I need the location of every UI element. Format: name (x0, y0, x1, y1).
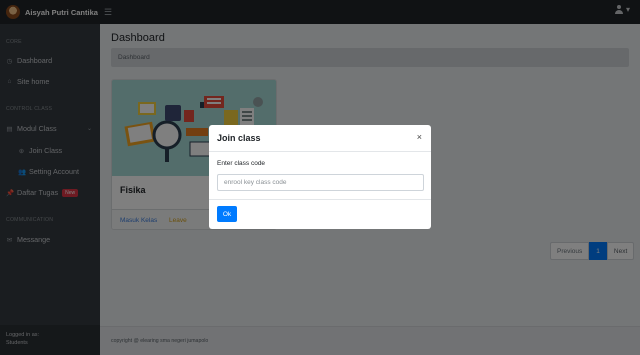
class-code-input[interactable] (217, 174, 424, 191)
join-class-modal: Join class × Enter class code Ok (209, 125, 431, 229)
close-icon[interactable]: × (417, 132, 422, 142)
modal-divider (209, 199, 431, 200)
ok-button[interactable]: Ok (217, 206, 237, 222)
modal-title: Join class (217, 133, 261, 143)
modal-header: Join class × (209, 125, 431, 152)
class-code-label: Enter class code (217, 160, 266, 167)
